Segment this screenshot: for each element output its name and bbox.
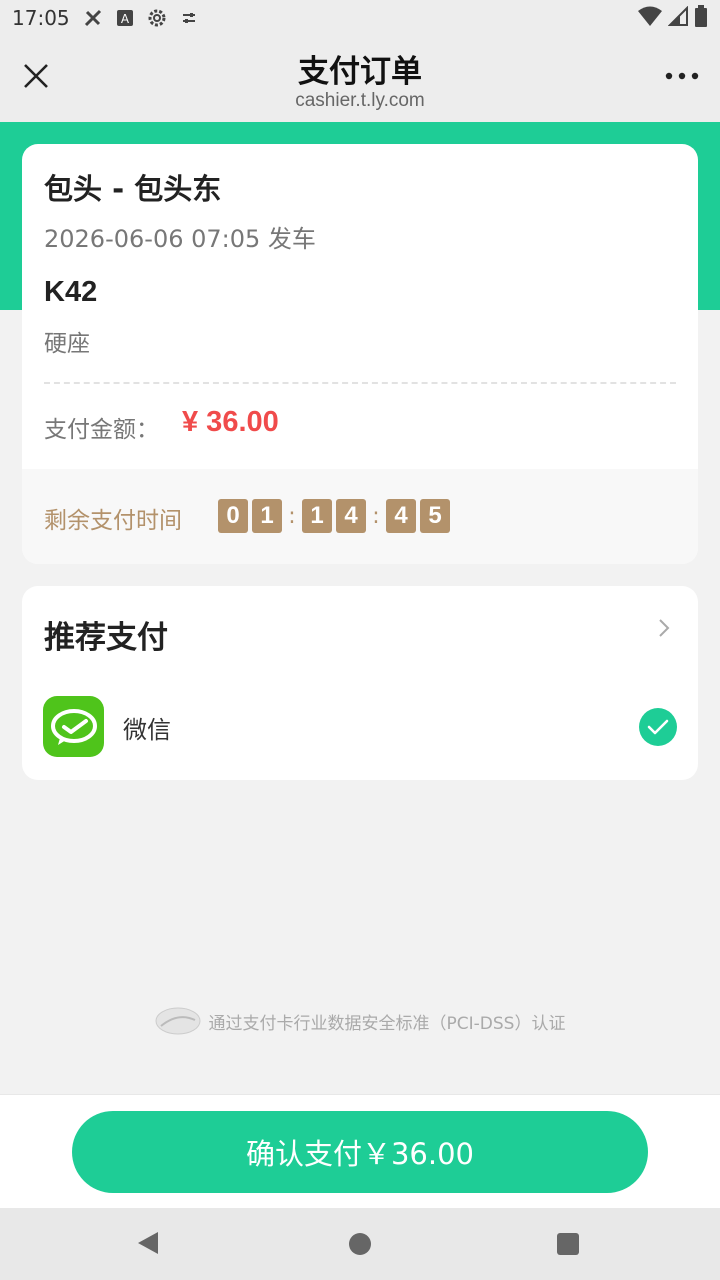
train-number: K42 <box>44 276 98 308</box>
payment-card: 推荐支付 微信 <box>22 586 698 780</box>
order-card: 包头 - 包头东 2026-06-06 07:05 发车 K42 硬座 支付金额… <box>22 144 698 564</box>
amount-value: ¥ 36.00 <box>182 406 279 438</box>
back-button[interactable] <box>136 1230 160 1260</box>
pci-certification: 通过支付卡行业数据安全标准（PCI-DSS）认证 <box>0 1006 720 1036</box>
amount-label: 支付金额： <box>44 417 159 443</box>
payment-method-wechat[interactable]: 微信 <box>123 710 171 745</box>
more-payment-button[interactable] <box>652 616 676 640</box>
tools-icon <box>80 5 106 31</box>
home-button[interactable] <box>349 1233 371 1255</box>
chevron-right-icon <box>659 619 670 637</box>
back-triangle-icon <box>138 1232 158 1254</box>
wechat-logo-icon[interactable] <box>43 696 104 757</box>
signal-icon <box>667 5 688 31</box>
timer-area: 剩余支付时间 0 1 : 1 4 : 4 5 <box>22 469 698 564</box>
selected-check[interactable] <box>639 708 677 746</box>
countdown: 0 1 : 1 4 : 4 5 <box>218 499 454 533</box>
timer-digit: 5 <box>420 499 450 533</box>
sliders-icon <box>176 5 202 31</box>
status-bar: 17:05 A <box>0 0 720 36</box>
more-button[interactable] <box>662 58 702 94</box>
page-title: 支付订单 <box>298 54 422 90</box>
depart-time: 2026-06-06 07:05 发车 <box>44 225 316 253</box>
bottom-bar: 确认支付￥36.00 <box>0 1094 720 1208</box>
settings-gear-icon <box>144 5 170 31</box>
keyboard-a-icon: A <box>112 5 138 31</box>
confirm-pay-button[interactable]: 确认支付￥36.00 <box>72 1111 648 1193</box>
route-title: 包头 - 包头东 <box>44 172 222 206</box>
timer-digit: 4 <box>336 499 366 533</box>
wifi-icon <box>638 6 662 31</box>
svg-text:A: A <box>121 12 130 26</box>
timer-digit: 4 <box>386 499 416 533</box>
status-time: 17:05 <box>12 6 70 30</box>
more-icon <box>665 72 699 80</box>
recents-button[interactable] <box>557 1233 579 1255</box>
timer-digit: 0 <box>218 499 248 533</box>
timer-label: 剩余支付时间 <box>44 508 182 534</box>
system-nav-bar <box>0 1208 720 1280</box>
timer-separator: : <box>372 503 380 529</box>
seat-type: 硬座 <box>44 331 90 357</box>
payment-section-title: 推荐支付 <box>44 620 168 656</box>
page-url: cashier.t.ly.com <box>295 90 425 111</box>
timer-digit: 1 <box>252 499 282 533</box>
pci-text: 通过支付卡行业数据安全标准（PCI-DSS）认证 <box>208 1013 566 1034</box>
battery-icon <box>694 4 708 32</box>
check-icon <box>647 719 669 735</box>
nav-bar: 支付订单 cashier.t.ly.com <box>0 36 720 122</box>
pci-dss-logo-icon <box>155 1007 201 1035</box>
divider <box>44 382 676 384</box>
timer-separator: : <box>288 503 296 529</box>
timer-digit: 1 <box>302 499 332 533</box>
